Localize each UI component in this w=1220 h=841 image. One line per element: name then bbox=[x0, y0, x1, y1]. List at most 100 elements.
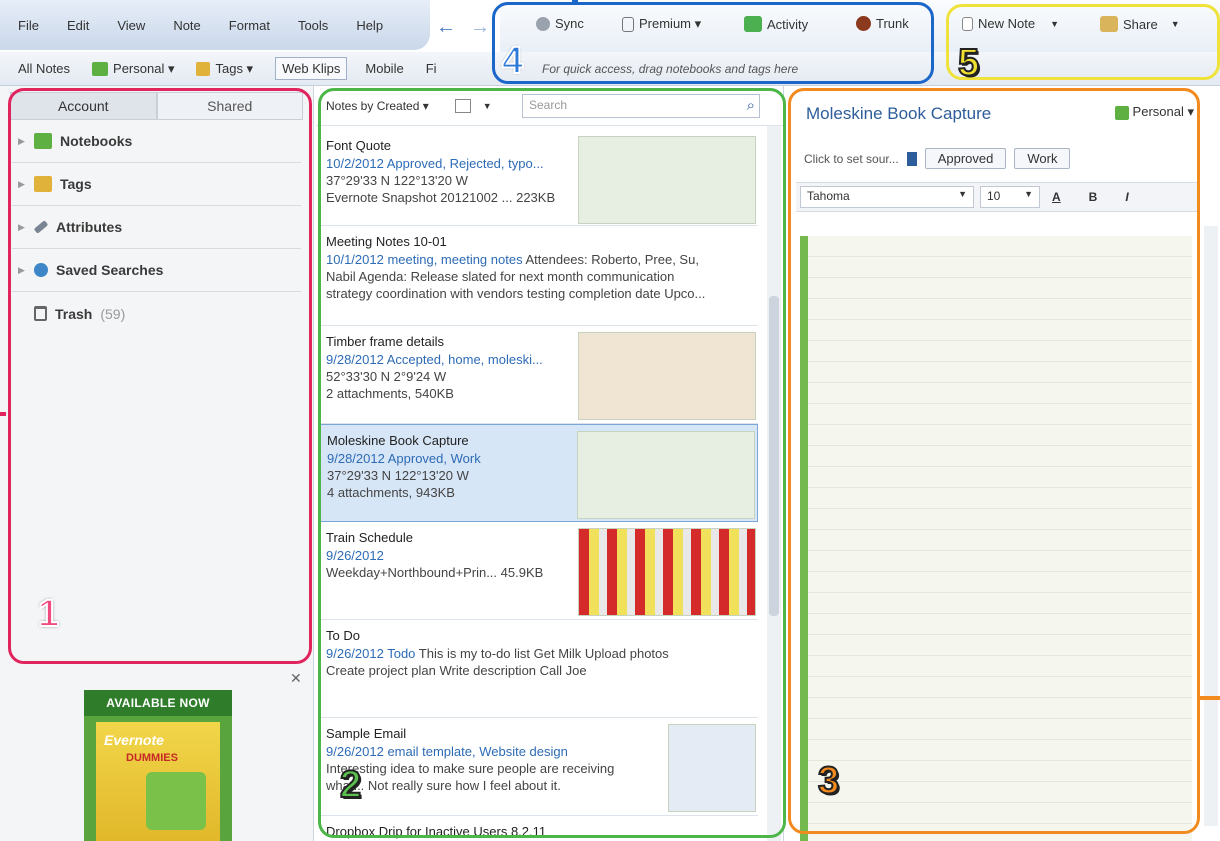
menu-help[interactable]: Help bbox=[356, 18, 383, 33]
note-thumbnail bbox=[668, 724, 756, 812]
tab-account[interactable]: Account bbox=[10, 92, 157, 120]
annotation-number-1: 1 bbox=[37, 592, 60, 636]
note-thumbnail bbox=[577, 431, 755, 519]
book-illustration bbox=[146, 772, 206, 830]
menu-file[interactable]: File bbox=[18, 18, 39, 33]
premium-icon bbox=[622, 16, 634, 32]
annotation-connector bbox=[1200, 696, 1220, 700]
sidebar-item-trash[interactable]: Trash (59) bbox=[12, 292, 301, 335]
fi-shortcut[interactable]: Fi bbox=[426, 61, 437, 76]
expand-arrow-icon[interactable]: ▶ bbox=[18, 136, 26, 147]
personal-shortcut[interactable]: Personal ▾ bbox=[92, 61, 174, 77]
annotation-connector bbox=[0, 412, 6, 416]
note-item-to-do[interactable]: To Do 9/26/2012 Todo This is my to-do li… bbox=[320, 620, 758, 718]
note-editor-panel: Moleskine Book Capture Personal ▾ Click … bbox=[790, 86, 1220, 841]
activity-icon bbox=[744, 16, 762, 32]
dropdown-arrow-icon: ▼ bbox=[958, 189, 967, 199]
notebook-icon bbox=[1114, 105, 1129, 120]
share-icon bbox=[1100, 16, 1118, 32]
trunk-button[interactable]: Trunk bbox=[856, 16, 909, 31]
shortcuts-hint: For quick access, drag notebooks and tag… bbox=[542, 62, 799, 76]
trunk-icon bbox=[856, 16, 871, 31]
sidebar-item-attributes[interactable]: ▶ Attributes bbox=[12, 206, 301, 249]
note-thumbnail bbox=[578, 136, 756, 224]
italic-icon[interactable]: I bbox=[1125, 190, 1128, 204]
activity-button[interactable]: Activity bbox=[744, 16, 808, 32]
expand-arrow-icon[interactable]: ▶ bbox=[18, 179, 26, 190]
font-size-select[interactable]: 10 ▼ bbox=[980, 186, 1040, 208]
new-note-dropdown-icon[interactable]: ▼ bbox=[1050, 19, 1059, 29]
note-thumbnail bbox=[578, 332, 756, 420]
note-item-meeting-notes[interactable]: Meeting Notes 10-01 10/1/2012 meeting, m… bbox=[320, 226, 758, 326]
note-list-scrollbar[interactable] bbox=[767, 126, 781, 841]
tag-chip-approved[interactable]: Approved bbox=[924, 148, 1007, 169]
all-notes-shortcut[interactable]: All Notes bbox=[18, 61, 70, 76]
book-advert[interactable]: AVAILABLE NOW Evernote DUMMIES bbox=[84, 690, 232, 841]
back-arrow-icon[interactable]: ← bbox=[436, 16, 456, 39]
forward-arrow-icon[interactable]: → bbox=[470, 16, 490, 39]
sidebar-item-tags[interactable]: ▶ Tags bbox=[12, 163, 301, 206]
annotation-number-4: 4 bbox=[501, 39, 524, 83]
sort-dropdown[interactable]: Notes by Created ▾ bbox=[326, 99, 429, 113]
sidebar-item-saved-searches[interactable]: ▶ Saved Searches bbox=[12, 249, 301, 292]
search-icon[interactable]: ⌕ bbox=[747, 97, 755, 114]
note-item-font-quote[interactable]: Font Quote 10/2/2012 Approved, Rejected,… bbox=[320, 130, 758, 226]
trash-count: (59) bbox=[100, 305, 126, 322]
menu-edit[interactable]: Edit bbox=[67, 18, 89, 33]
note-item-moleskine[interactable]: Moleskine Book Capture 9/28/2012 Approve… bbox=[320, 424, 758, 522]
notebook-selector[interactable]: Personal ▾ bbox=[1114, 104, 1194, 120]
annotation-number-3: 3 bbox=[817, 759, 840, 803]
menu-note[interactable]: Note bbox=[173, 18, 200, 33]
note-list-panel: Notes by Created ▾ ▼ Search ⌕ Font Quote… bbox=[316, 86, 784, 841]
font-color-icon[interactable]: A bbox=[1052, 190, 1061, 204]
share-dropdown-icon[interactable]: ▼ bbox=[1171, 19, 1180, 29]
new-note-button[interactable]: New Note ▼ bbox=[962, 16, 1059, 31]
note-item-train-schedule[interactable]: Train Schedule 9/26/2012 Weekday+Northbo… bbox=[320, 522, 758, 620]
ad-banner: AVAILABLE NOW bbox=[84, 690, 232, 716]
tab-shared[interactable]: Shared bbox=[156, 92, 303, 120]
note-thumbnail bbox=[578, 528, 756, 616]
annotation-number-5: 5 bbox=[957, 41, 980, 85]
new-note-icon bbox=[962, 16, 973, 31]
premium-button[interactable]: Premium ▾ bbox=[622, 16, 701, 32]
menu-bar: File Edit View Note Format Tools Help bbox=[0, 0, 430, 50]
web-clips-shortcut[interactable]: Web Klips bbox=[275, 57, 348, 80]
mobile-shortcut[interactable]: Mobile bbox=[365, 61, 403, 76]
note-source-row: Click to set sour... Approved Work bbox=[804, 148, 1071, 169]
menu-tools[interactable]: Tools bbox=[298, 18, 328, 33]
tag-icon bbox=[906, 151, 917, 166]
view-options-dropdown-icon[interactable]: ▼ bbox=[483, 101, 492, 111]
menu-format[interactable]: Format bbox=[229, 18, 270, 33]
search-input[interactable]: Search ⌕ bbox=[522, 94, 760, 118]
notebook-icon bbox=[34, 133, 52, 149]
sync-button[interactable]: Sync bbox=[536, 16, 584, 31]
note-title[interactable]: Moleskine Book Capture bbox=[806, 104, 991, 124]
nav-arrows: ← → bbox=[436, 16, 490, 39]
close-ad-icon[interactable]: ✕ bbox=[290, 670, 302, 687]
formatting-toolbar: Tahoma ▼ 10 ▼ A B I bbox=[796, 182, 1198, 212]
expand-arrow-icon[interactable]: ▶ bbox=[18, 222, 26, 233]
tag-chip-work[interactable]: Work bbox=[1014, 148, 1071, 169]
source-url-field[interactable]: Click to set sour... bbox=[804, 152, 899, 166]
note-item-sample-email[interactable]: Sample Email 9/26/2012 email template, W… bbox=[320, 718, 758, 816]
scrollbar-thumb[interactable] bbox=[769, 296, 779, 616]
trash-icon bbox=[34, 306, 47, 321]
tag-icon bbox=[196, 61, 211, 76]
note-item-timber-frame[interactable]: Timber frame details 9/28/2012 Accepted,… bbox=[320, 326, 758, 424]
share-button[interactable]: Share ▼ bbox=[1100, 16, 1180, 32]
font-family-select[interactable]: Tahoma ▼ bbox=[800, 186, 974, 208]
main-toolbar: Sync Premium ▾ Activity Trunk New Note ▼… bbox=[500, 0, 1220, 52]
note-image-attachment bbox=[800, 236, 1192, 841]
tags-shortcut[interactable]: Tags ▾ bbox=[196, 61, 253, 77]
note-item-dropbox-drip[interactable]: Dropbox Drip for Inactive Users 8.2.11 bbox=[320, 816, 758, 841]
book-subtitle: DUMMIES bbox=[126, 752, 178, 764]
view-options-icon[interactable] bbox=[454, 98, 471, 113]
search-icon bbox=[34, 263, 48, 277]
bold-icon[interactable]: B bbox=[1089, 190, 1098, 204]
sidebar-item-notebooks[interactable]: ▶ Notebooks bbox=[12, 120, 301, 163]
dropdown-arrow-icon: ▼ bbox=[1024, 189, 1033, 199]
book-brand: Evernote bbox=[104, 732, 164, 748]
editor-scrollbar[interactable] bbox=[1204, 226, 1218, 826]
expand-arrow-icon[interactable]: ▶ bbox=[18, 265, 26, 276]
menu-view[interactable]: View bbox=[117, 18, 145, 33]
